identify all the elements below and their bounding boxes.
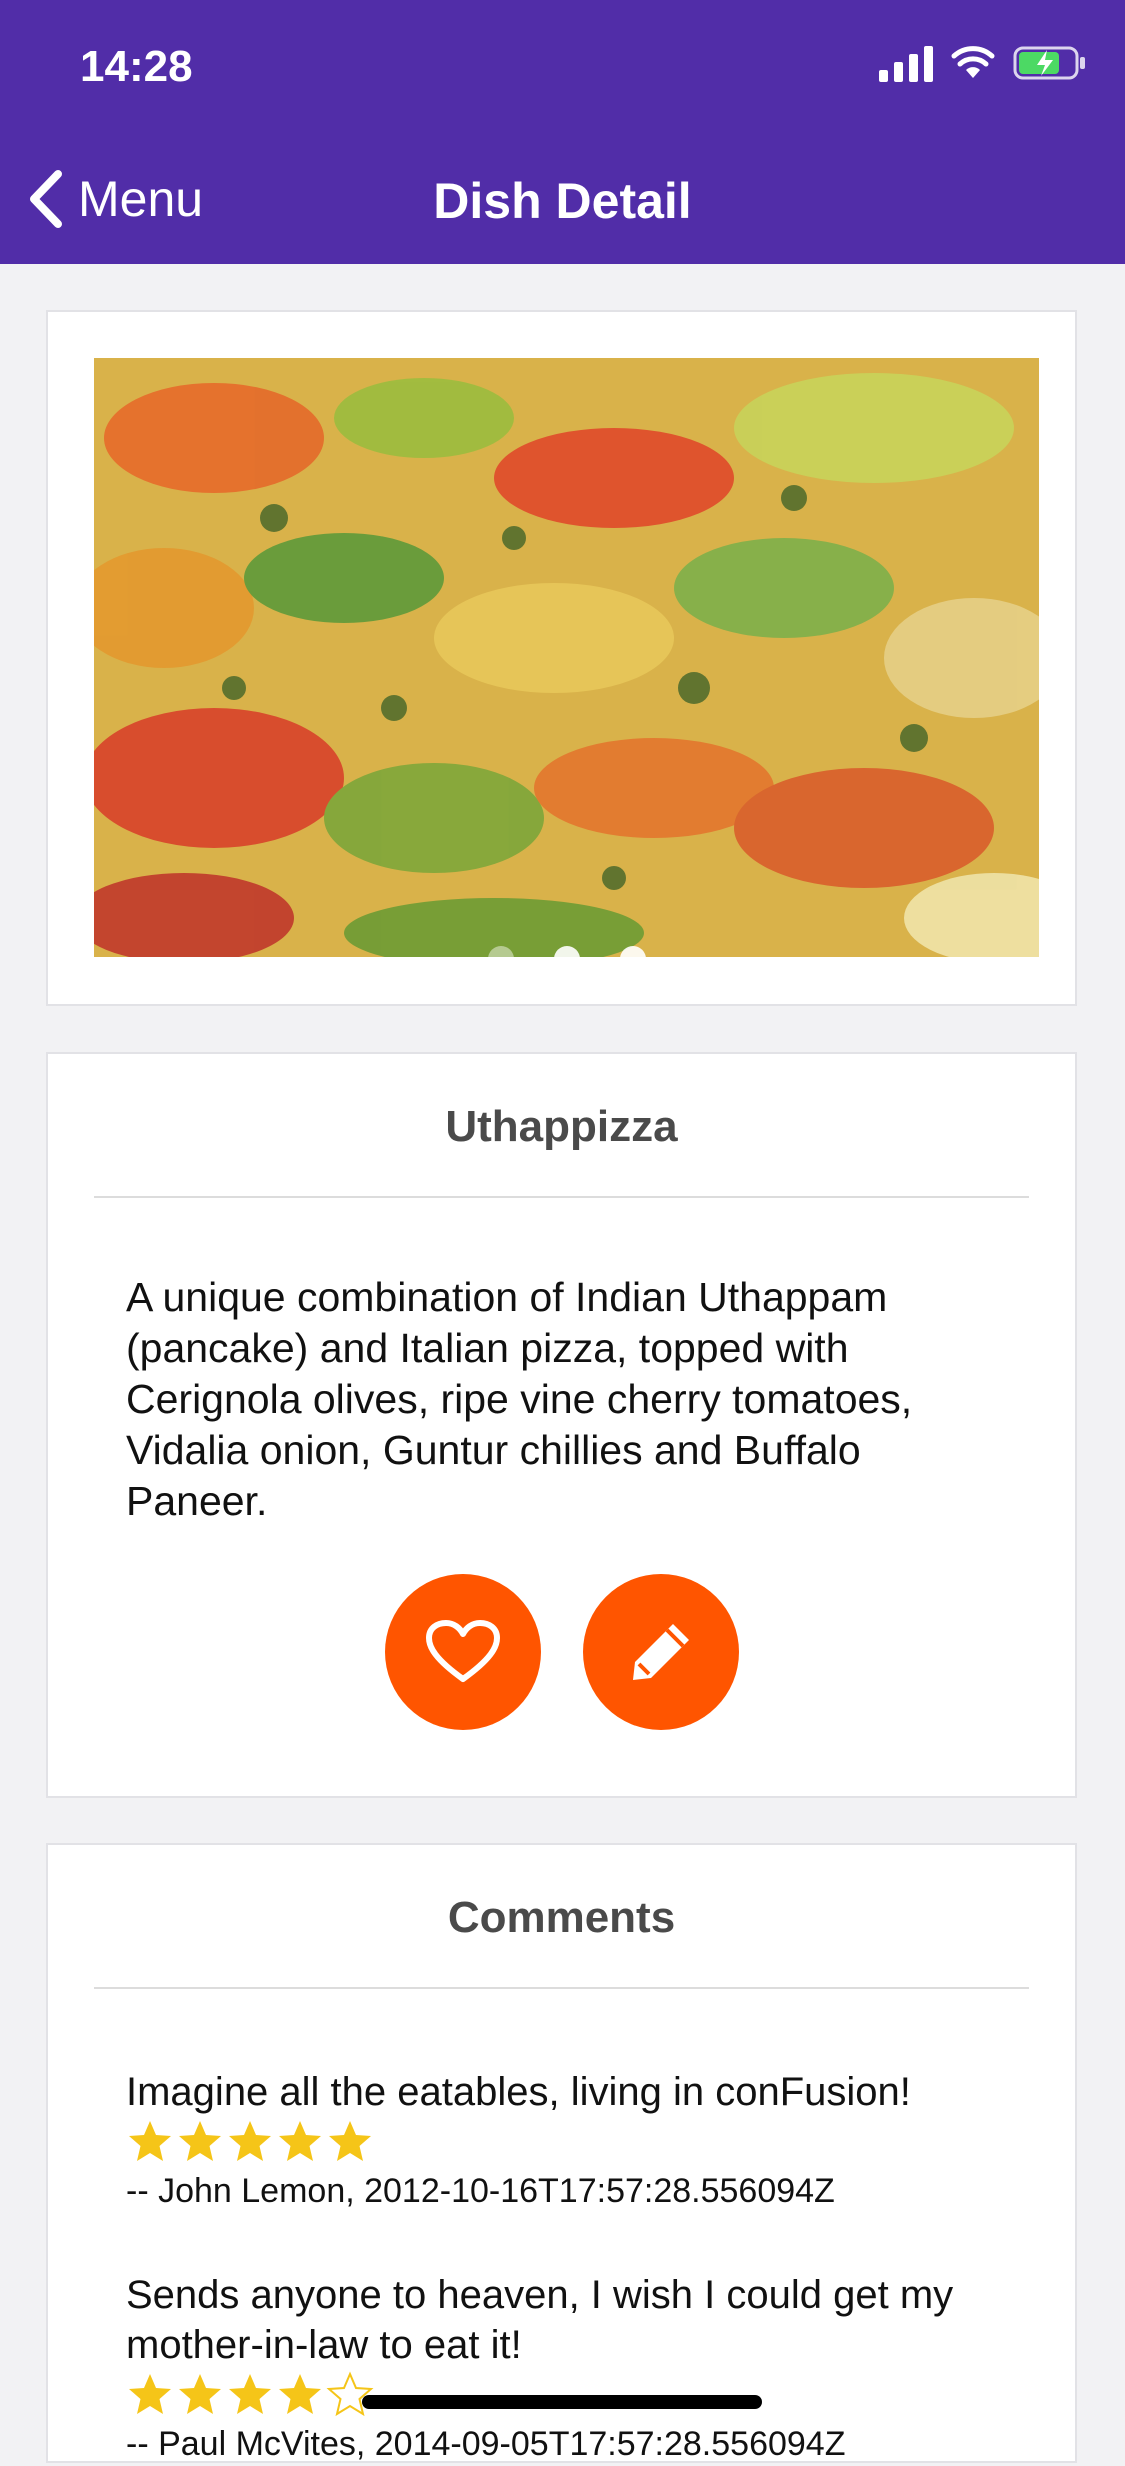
- dish-info-card: Uthappizza A unique combination of India…: [46, 1052, 1077, 1798]
- star-filled-icon: [129, 2374, 171, 2414]
- status-time: 14:28: [80, 42, 193, 91]
- star-filled-icon: [179, 2121, 221, 2161]
- dish-image-carousel[interactable]: [94, 358, 1039, 957]
- star-filled-icon: [229, 2121, 271, 2161]
- divider: [94, 1987, 1029, 1989]
- carousel-dot[interactable]: [553, 946, 580, 957]
- home-indicator[interactable]: [362, 2395, 762, 2409]
- star-filled-icon: [329, 2121, 371, 2161]
- favorite-button[interactable]: [384, 1574, 541, 1730]
- status-bar: 14:28: [0, 0, 1125, 136]
- dish-actions: [48, 1574, 1075, 1730]
- comment-byline: -- John Lemon, 2012-10-16T17:57:28.55609…: [126, 2172, 835, 2210]
- comment-text: Sends anyone to heaven, I wish I could g…: [126, 2273, 954, 2367]
- comment-text: Imagine all the eatables, living in conF…: [126, 2070, 911, 2114]
- dish-description: A unique combination of Indian Uthappam …: [126, 1274, 913, 1524]
- comment-item: Imagine all the eatables, living in conF…: [126, 2067, 1015, 2213]
- comment-byline: -- Paul McVites, 2014-09-05T17:57:28.556…: [126, 2425, 846, 2463]
- dish-image-card: [46, 310, 1077, 1006]
- nav-bar: Menu Dish Detail: [0, 136, 1125, 264]
- divider: [94, 1196, 1029, 1198]
- status-icons: [879, 44, 1087, 82]
- star-filled-icon: [129, 2121, 171, 2161]
- star-filled-icon: [279, 2374, 321, 2414]
- star-filled-icon: [229, 2374, 271, 2414]
- comments-title: Comments: [447, 1893, 676, 1942]
- battery-charging-icon: [1013, 45, 1087, 81]
- dish-image: [94, 358, 1039, 957]
- add-comment-button[interactable]: [582, 1574, 739, 1730]
- signal-icon: [879, 44, 933, 82]
- wifi-icon: [951, 46, 995, 80]
- pencil-icon: [632, 1624, 689, 1680]
- dish-name: Uthappizza: [445, 1102, 678, 1151]
- comments-card: Comments Imagine all the eatables, livin…: [46, 1843, 1077, 2463]
- star-filled-icon: [279, 2121, 321, 2161]
- comment-item: Sends anyone to heaven, I wish I could g…: [126, 2270, 1015, 2466]
- page-title: Dish Detail: [433, 173, 692, 229]
- carousel-dot[interactable]: [487, 946, 514, 957]
- star-filled-icon: [179, 2374, 221, 2414]
- heart-icon: [425, 1620, 500, 1682]
- carousel-dots: [94, 946, 1039, 957]
- star-rating: [126, 2117, 1015, 2167]
- carousel-dot[interactable]: [619, 946, 646, 957]
